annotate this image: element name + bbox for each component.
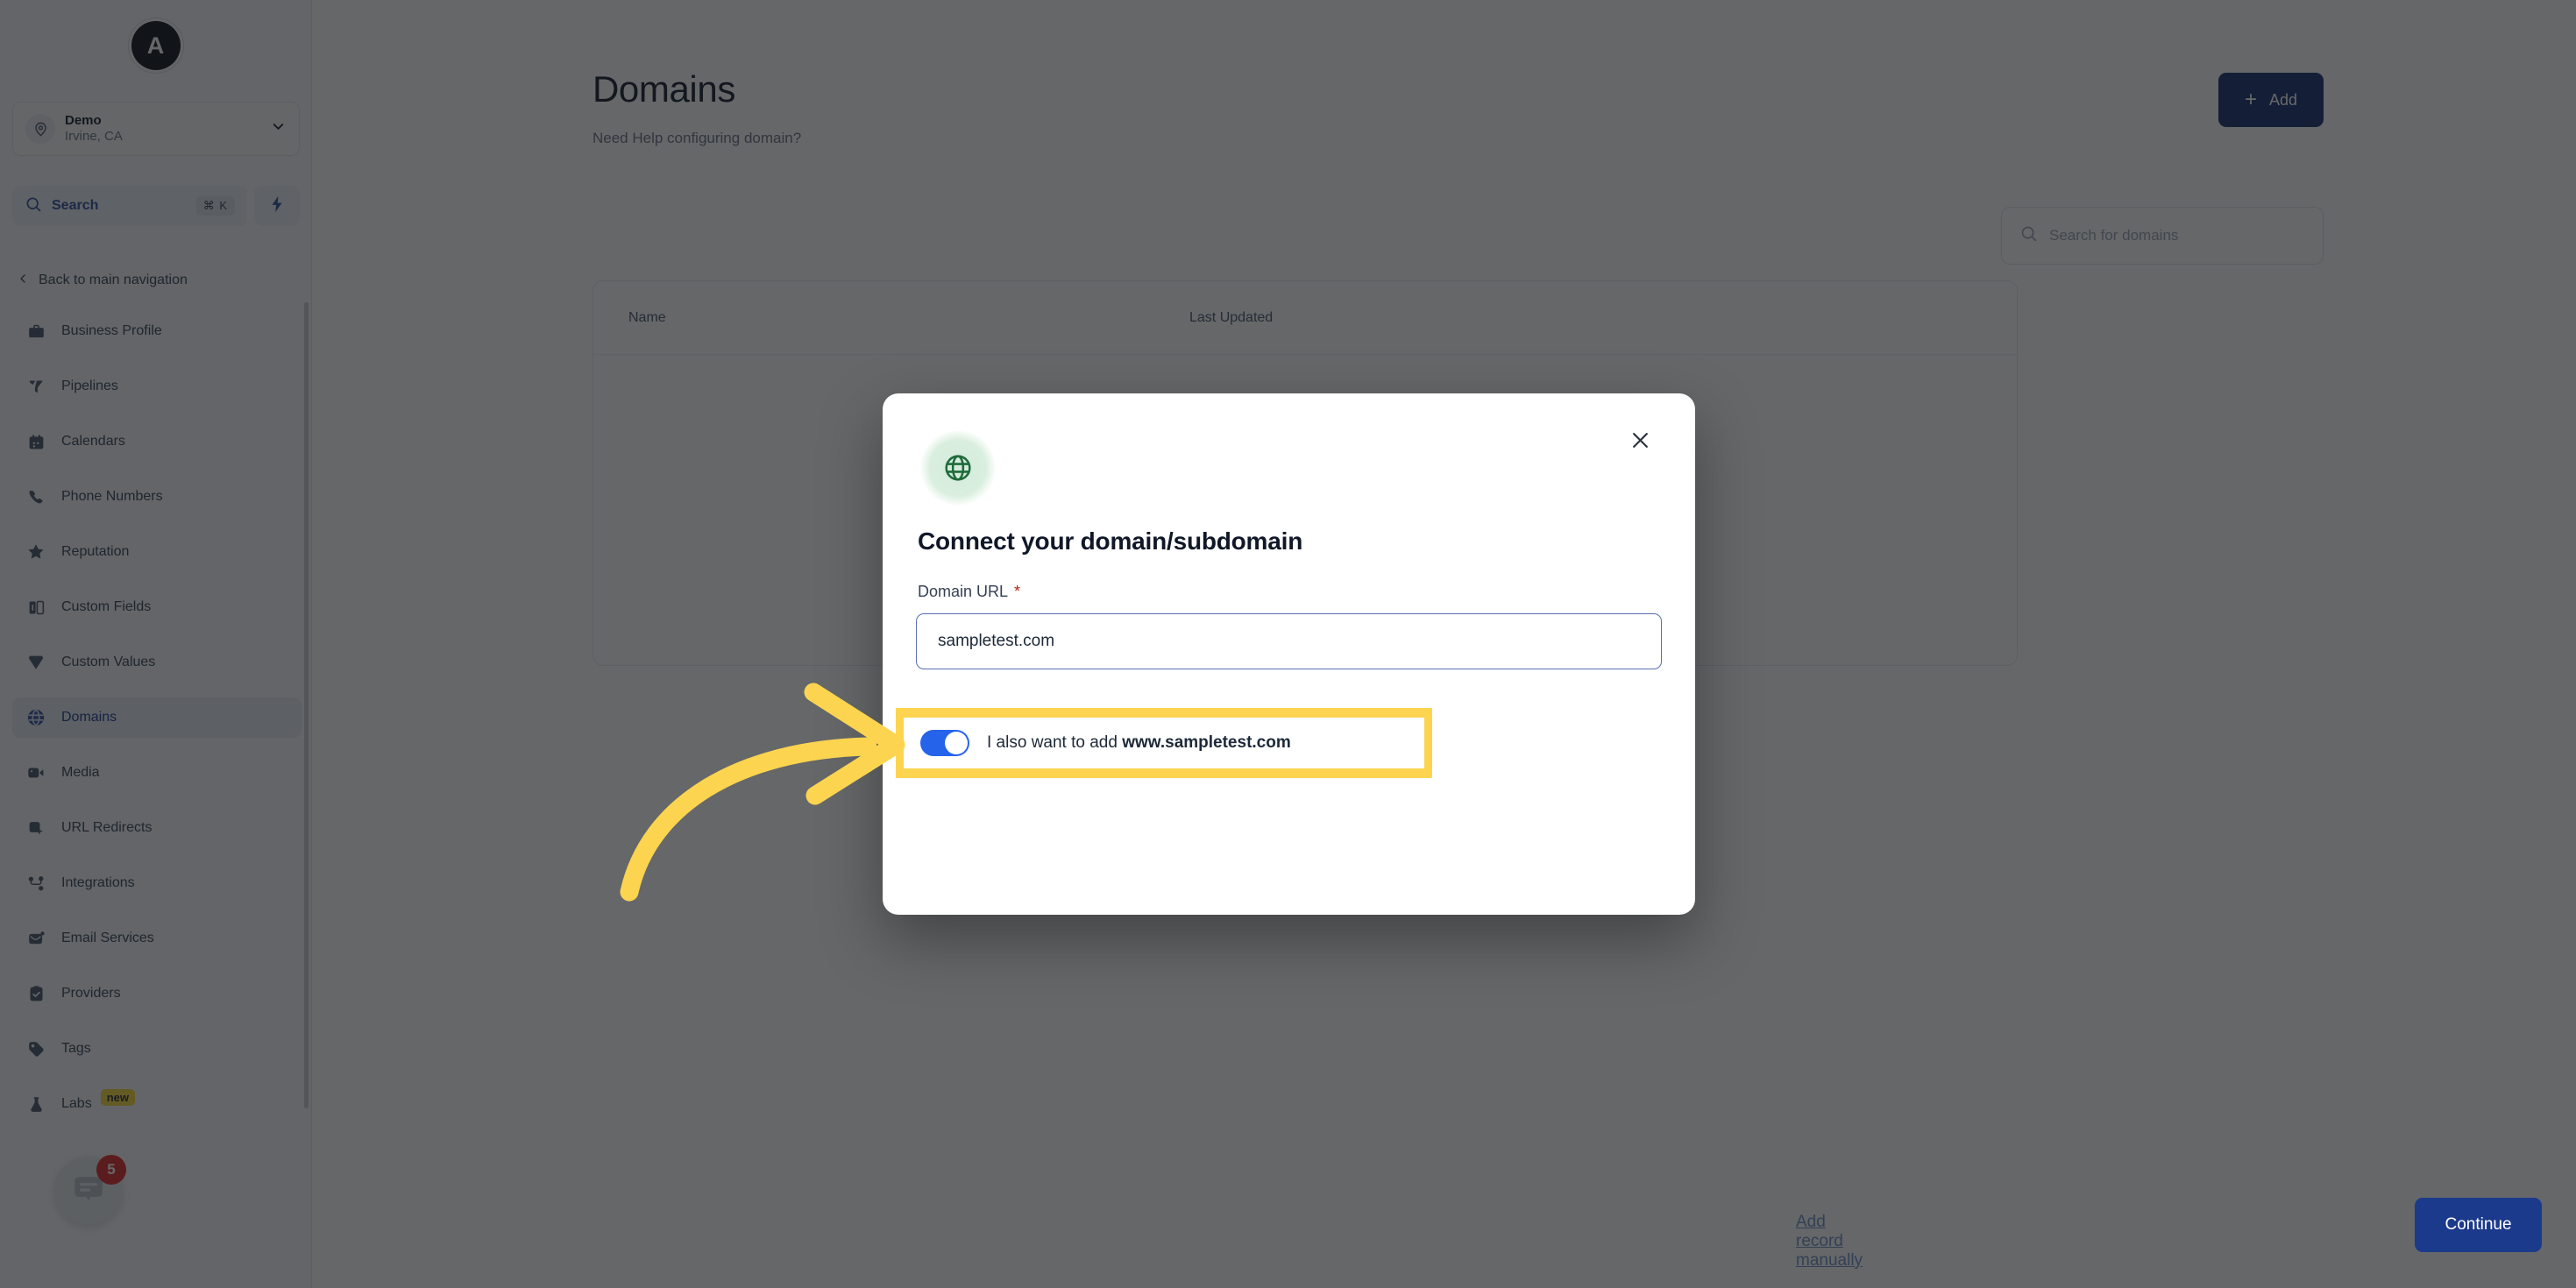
domain-url-label: Domain URL * (918, 583, 1020, 601)
add-www-toggle[interactable] (920, 730, 969, 756)
toggle-label-prefix: I also want to add (987, 733, 1118, 752)
globe-icon (920, 430, 996, 506)
add-www-toggle-label: I also want to add www.sampletest.com (987, 733, 1291, 753)
domain-url-input[interactable]: sampletest.com (916, 613, 1662, 669)
required-marker: * (1014, 583, 1021, 600)
toggle-label-domain: www.sampletest.com (1122, 733, 1291, 752)
toggle-knob (945, 732, 968, 754)
app-root: A Demo Irvine, CA Search (0, 0, 2576, 1288)
add-record-manually-link[interactable]: Add record manually (1796, 1213, 1863, 1270)
connect-domain-modal: Connect your domain/subdomain Domain URL… (883, 393, 2542, 1270)
toggle-highlight-annotation: I also want to add www.sampletest.com (896, 708, 1432, 778)
domain-url-value: sampletest.com (938, 632, 1055, 650)
continue-button[interactable]: Continue (2415, 1198, 2542, 1252)
modal-title: Connect your domain/subdomain (918, 527, 1303, 555)
domain-url-label-text: Domain URL (918, 583, 1009, 600)
close-icon[interactable] (1616, 416, 1664, 464)
add-www-toggle-row: I also want to add www.sampletest.com (904, 718, 1424, 768)
